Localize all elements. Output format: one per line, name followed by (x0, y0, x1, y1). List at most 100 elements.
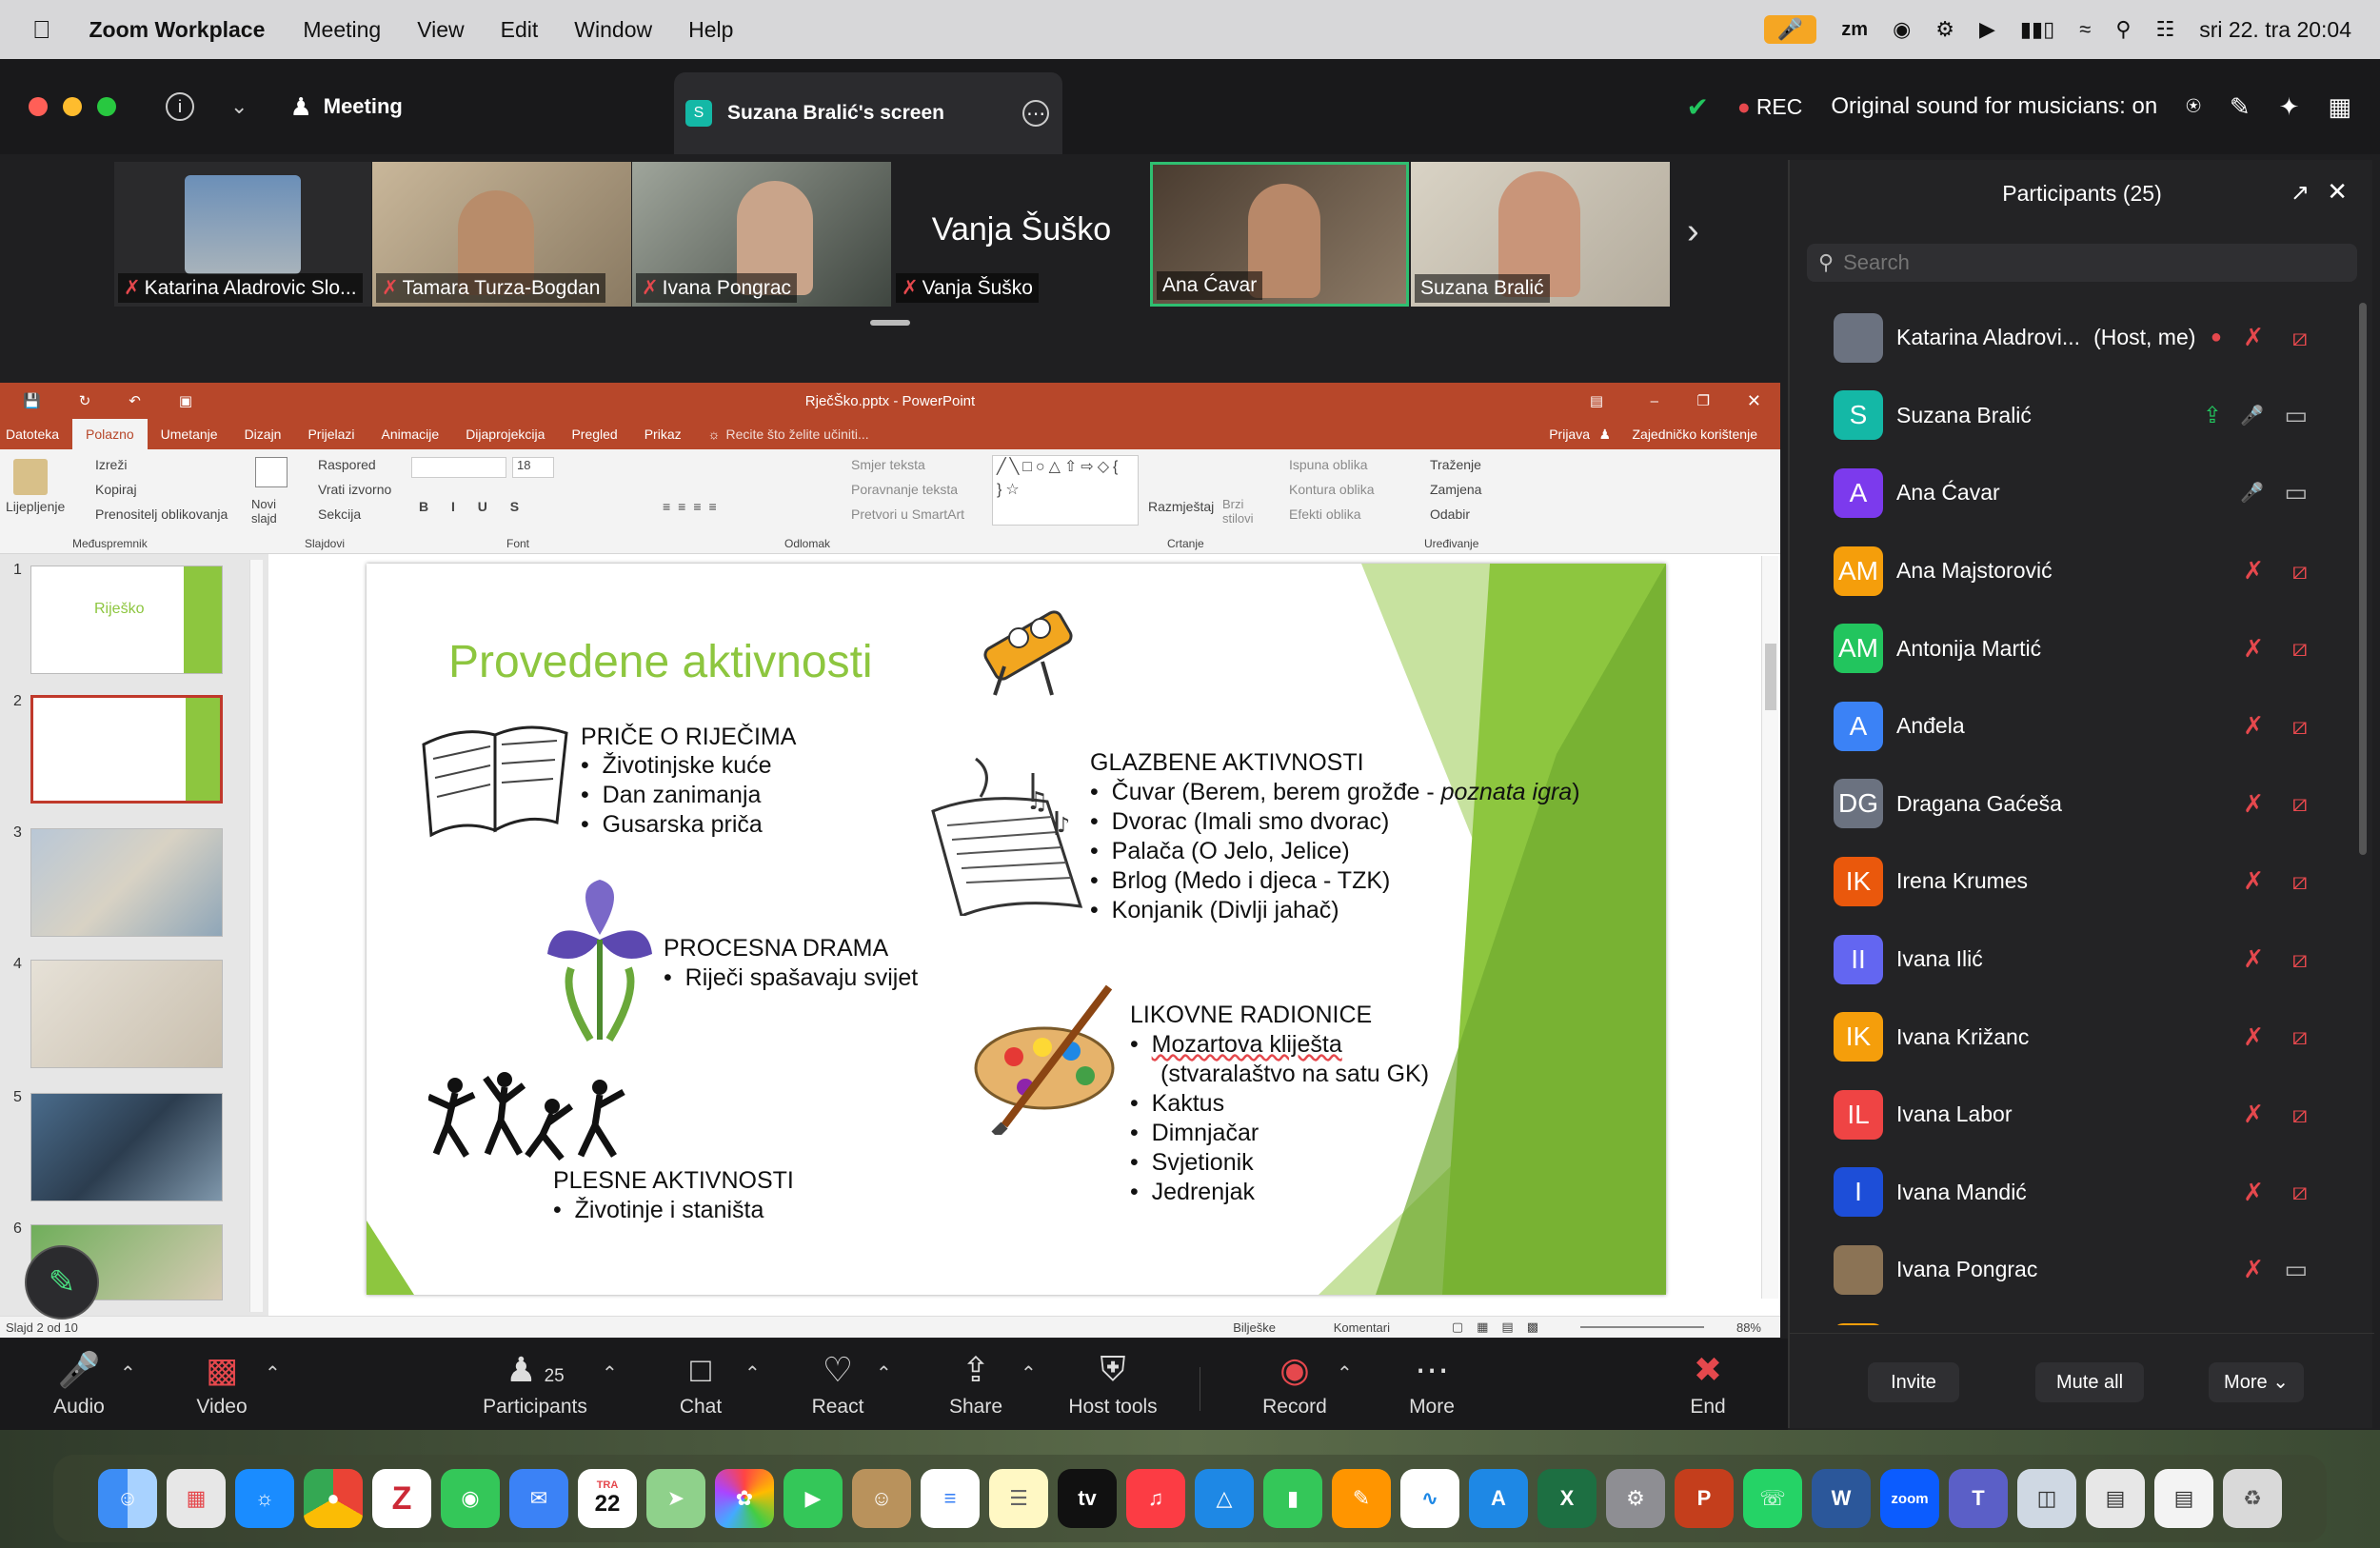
ppt-minimize-icon[interactable]: – (1651, 393, 1658, 409)
host-tools-button[interactable]: ⛨ Host tools (1062, 1339, 1163, 1430)
participant-row[interactable]: A Ana Ćavar 🎤 ▭ (1790, 454, 2359, 532)
whatsapp-icon[interactable]: ☏ (1743, 1469, 1802, 1528)
creative-cloud-icon[interactable]: ◉ (1893, 17, 1911, 42)
clock[interactable]: sri 22. tra 20:04 (2199, 17, 2351, 43)
font-size-box[interactable]: 18 (512, 457, 554, 478)
tell-me-box[interactable]: Recite što želite učiniti... (725, 427, 868, 442)
participant-row[interactable]: Katarina Aladrovi... (Host, me) ● ✗ ⧄ (1790, 299, 2359, 377)
trash-icon[interactable]: ♻ (2223, 1469, 2282, 1528)
audio-options-chevron-icon[interactable]: ⌃ (120, 1361, 136, 1385)
participant-row[interactable]: AM Antonija Martić ✗ ⧄ (1790, 609, 2359, 687)
tab-prijelazi[interactable]: Prijelazi (294, 419, 367, 449)
tab-dijaprojekcija[interactable]: Dijaprojekcija (452, 419, 558, 449)
menu-view[interactable]: View (417, 17, 464, 43)
play-icon[interactable]: ▶ (1979, 17, 1995, 42)
shield-check-icon[interactable]: ✔ (1686, 91, 1708, 123)
app-store-icon[interactable]: A (1469, 1469, 1528, 1528)
calendar-icon[interactable]: TRA 22 (578, 1469, 637, 1528)
apple-tv-icon[interactable]: tv (1058, 1469, 1117, 1528)
pages-icon[interactable]: ✎ (1332, 1469, 1391, 1528)
participant-row[interactable]: IK Ivana Križanc ✗ ⧄ (1790, 998, 2359, 1076)
ribbon-display-icon[interactable]: ▤ (1590, 392, 1603, 409)
text-direction-button[interactable]: Smjer teksta (851, 457, 925, 472)
annotate-pen-button[interactable]: ✎ (25, 1245, 99, 1320)
muted-mic-icon[interactable]: ✗ (2243, 323, 2264, 352)
zotero-icon[interactable]: Z (372, 1469, 431, 1528)
tab-polazno[interactable]: Polazno (72, 419, 148, 449)
original-sound-label[interactable]: Original sound for musicians: on (1831, 93, 2157, 120)
select-button[interactable]: Odabir (1430, 506, 1470, 522)
spotlight-icon[interactable]: ⚲ (2115, 17, 2131, 42)
chat-button[interactable]: □ Chat (672, 1339, 729, 1430)
system-settings-icon[interactable]: ⚙ (1606, 1469, 1665, 1528)
participant-row[interactable]: AM Ana Majstorović ✗ ⧄ (1790, 532, 2359, 610)
muted-mic-icon[interactable]: ✗ (2243, 556, 2264, 585)
tab-dizajn[interactable]: Dizajn (231, 419, 295, 449)
record-button[interactable]: ◉ Record (1257, 1339, 1333, 1430)
close-panel-icon[interactable]: ✕ (2327, 177, 2348, 207)
cut-button[interactable]: Izreži (95, 457, 127, 472)
slide-thumb-5[interactable] (30, 1093, 223, 1201)
more-controls-button[interactable]: ⋯ More (1403, 1339, 1460, 1430)
wifi-icon[interactable]: ≈ (2079, 17, 2091, 42)
slide-thumb-4[interactable] (30, 960, 223, 1068)
copy-button[interactable]: Kopiraj (95, 482, 137, 497)
muted-mic-icon[interactable]: ✗ (2243, 1100, 2264, 1129)
video-tile-vanja[interactable]: Vanja Šuško ✗ Vanja Šuško (892, 162, 1151, 307)
participant-row[interactable]: I Ivana Mandić ✗ ⧄ (1790, 1154, 2359, 1232)
video-tile-ivana-pongrac[interactable]: ✗ Ivana Pongrac (632, 162, 891, 307)
safari-icon[interactable]: ☼ (235, 1469, 294, 1528)
comments-button[interactable]: Komentari (1334, 1320, 1390, 1335)
slide-scrollbar[interactable] (1761, 556, 1778, 1299)
teams-icon[interactable]: T (1949, 1469, 2008, 1528)
excel-icon[interactable]: X (1537, 1469, 1597, 1528)
tab-animacije[interactable]: Animacije (367, 419, 452, 449)
mic-icon[interactable]: 🎤 (2240, 404, 2264, 427)
zoom-window-button[interactable] (97, 97, 116, 116)
pen-icon[interactable]: ✎ (2230, 92, 2251, 122)
downloads-stack-icon[interactable]: ▤ (2086, 1469, 2145, 1528)
control-icon[interactable]: ⚙ (1935, 17, 1954, 42)
section-button[interactable]: Sekcija (318, 506, 361, 522)
more-button[interactable]: More ⌄ (2209, 1362, 2304, 1402)
muted-mic-icon[interactable]: ✗ (2243, 789, 2264, 819)
video-off-icon[interactable]: ⧄ (2291, 711, 2308, 742)
keynote-icon[interactable]: △ (1195, 1469, 1254, 1528)
paste-button[interactable]: Lijepljenje (6, 499, 65, 514)
video-off-icon[interactable]: ⧄ (2291, 788, 2308, 819)
reminders-icon[interactable]: ≡ (921, 1469, 980, 1528)
menu-help[interactable]: Help (688, 17, 733, 43)
powerpoint-icon[interactable]: P (1675, 1469, 1734, 1528)
apple-icon[interactable]:  (32, 15, 51, 45)
participants-button[interactable]: ♟ 25 Participants (476, 1339, 594, 1430)
thumbs-scrollbar[interactable] (249, 560, 263, 1312)
audio-icon[interactable]: ⍟ (2186, 91, 2201, 122)
close-window-button[interactable] (29, 97, 48, 116)
messages-icon[interactable]: ◉ (441, 1469, 500, 1528)
align-text-button[interactable]: Poravnanje teksta (851, 482, 958, 497)
menu-app-name[interactable]: Zoom Workplace (89, 17, 266, 43)
present-icon[interactable]: ▣ (179, 392, 192, 409)
video-off-icon[interactable]: ⧄ (2291, 323, 2308, 353)
slide-thumb-1[interactable]: Riješko (30, 566, 223, 674)
share-options-chevron-icon[interactable]: ⌃ (1021, 1361, 1037, 1385)
menu-meeting[interactable]: Meeting (303, 17, 381, 43)
paragraph-align-icons[interactable]: ≡≡≡≡ (663, 499, 724, 514)
video-options-chevron-icon[interactable]: ⌃ (265, 1361, 281, 1385)
slide-thumb-3[interactable] (30, 828, 223, 937)
control-center-icon[interactable]: ☷ (2155, 17, 2174, 42)
video-off-icon[interactable]: ⧄ (2291, 1022, 2308, 1052)
tab-pregled[interactable]: Pregled (558, 419, 630, 449)
video-off-icon[interactable]: ⧄ (2291, 633, 2308, 664)
finder-icon[interactable]: ☺ (98, 1469, 157, 1528)
more-options-icon[interactable]: ⋯ (1022, 100, 1049, 127)
chat-options-chevron-icon[interactable]: ⌃ (744, 1361, 761, 1385)
participants-options-chevron-icon[interactable]: ⌃ (602, 1361, 618, 1385)
shape-outline-button[interactable]: Kontura oblika (1289, 482, 1375, 497)
zoom-status-icon[interactable]: zm (1841, 19, 1868, 41)
muted-mic-icon[interactable]: ✗ (2243, 1178, 2264, 1207)
shapes-gallery[interactable]: ╱╲□○△⇧⇨◇{ }☆ (992, 455, 1139, 526)
view-buttons[interactable]: ▢▦▤▩ (1452, 1320, 1552, 1335)
tab-umetanje[interactable]: Umetanje (148, 419, 231, 449)
participant-row[interactable]: Ivana Pongrac ✗ ▭ (1790, 1231, 2359, 1309)
